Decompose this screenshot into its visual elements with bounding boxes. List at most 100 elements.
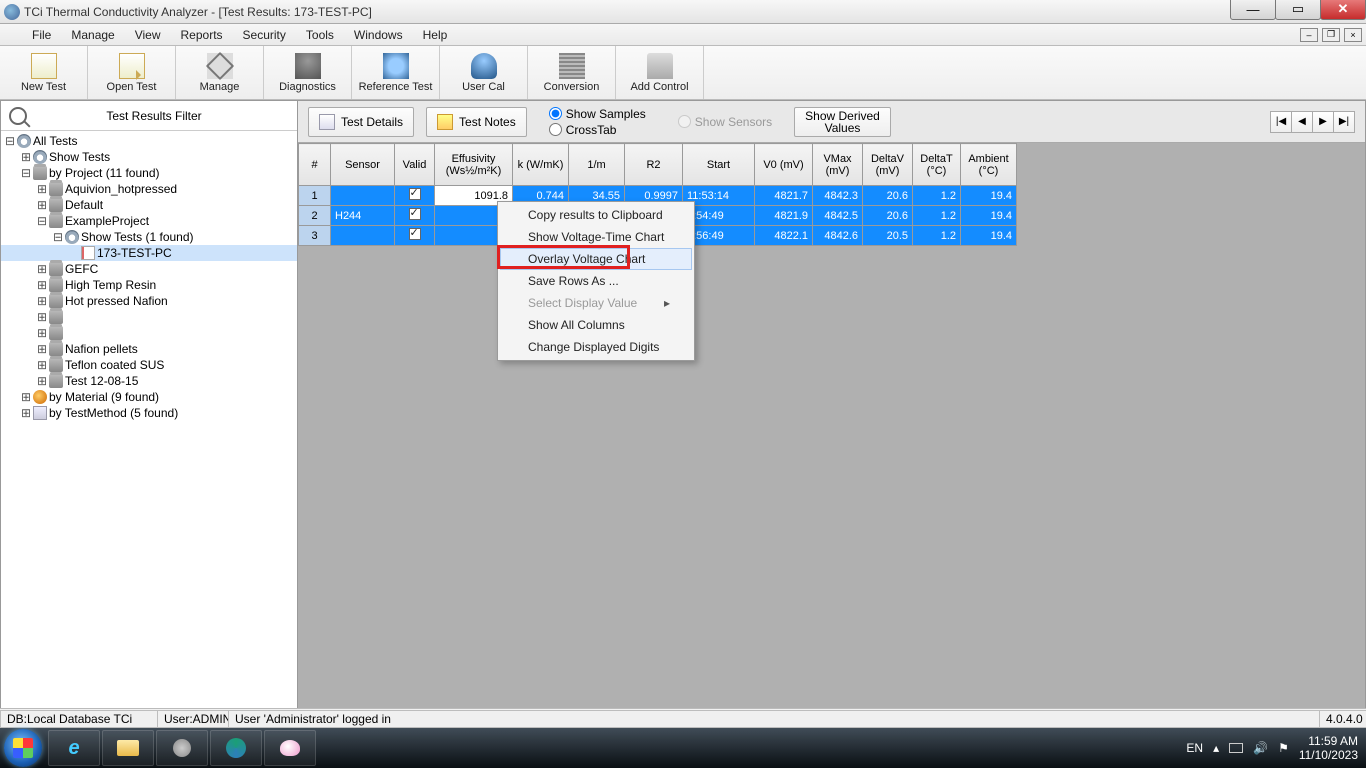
cell-dt[interactable]: 1.2: [913, 186, 961, 206]
tree-node[interactable]: ⊞by Material (9 found): [1, 389, 297, 405]
expand-icon[interactable]: ⊟: [21, 166, 31, 181]
test-details-button[interactable]: Test Details: [308, 107, 414, 137]
menu-manage[interactable]: Manage: [61, 26, 124, 44]
minimize-button[interactable]: —: [1230, 0, 1276, 20]
mdi-restore[interactable]: ❐: [1322, 28, 1340, 42]
close-button[interactable]: ✕: [1320, 0, 1366, 20]
cell-vmax[interactable]: 4842.6: [813, 226, 863, 246]
system-tray[interactable]: EN ▴ 🔊 ⚑ 11:59 AM 11/10/2023: [1186, 734, 1362, 762]
tree-node[interactable]: ⊞by TestMethod (5 found): [1, 405, 297, 421]
taskbar-app[interactable]: [156, 730, 208, 766]
filter-bar[interactable]: Test Results Filter: [1, 101, 297, 131]
show-samples-radio[interactable]: Show Samples: [549, 107, 646, 121]
cell-sensor[interactable]: H244: [331, 206, 395, 226]
expand-icon[interactable]: ⊞: [37, 262, 47, 277]
cell-valid[interactable]: [395, 226, 435, 246]
taskbar-paint[interactable]: [264, 730, 316, 766]
new-test-button[interactable]: New Test: [0, 46, 88, 99]
cell-sensor[interactable]: [331, 186, 395, 206]
menu-security[interactable]: Security: [233, 26, 296, 44]
menu-windows[interactable]: Windows: [344, 26, 413, 44]
diagnostics-button[interactable]: Diagnostics: [264, 46, 352, 99]
ctx-save-rows-as-[interactable]: Save Rows As ...: [500, 270, 692, 292]
expand-icon[interactable]: ⊞: [37, 294, 47, 309]
col-header[interactable]: DeltaV (mV): [863, 144, 913, 186]
cell-vmax[interactable]: 4842.3: [813, 186, 863, 206]
menu-view[interactable]: View: [125, 26, 171, 44]
expand-icon[interactable]: ⊞: [37, 374, 47, 389]
tree-node[interactable]: ⊞Teflon coated SUS: [1, 357, 297, 373]
tray-battery-icon[interactable]: [1229, 743, 1243, 753]
menu-help[interactable]: Help: [413, 26, 458, 44]
col-header[interactable]: DeltaT (°C): [913, 144, 961, 186]
cell-amb[interactable]: 19.4: [961, 186, 1017, 206]
col-header[interactable]: #: [299, 144, 331, 186]
tree-node[interactable]: ⊞​: [1, 325, 297, 341]
taskbar-edge[interactable]: [210, 730, 262, 766]
start-button[interactable]: [4, 729, 42, 767]
ctx-show-voltage-time-chart[interactable]: Show Voltage-Time Chart: [500, 226, 692, 248]
crosstab-input[interactable]: [549, 123, 562, 136]
maximize-button[interactable]: ▭: [1275, 0, 1321, 20]
taskbar-explorer[interactable]: [102, 730, 154, 766]
mdi-close[interactable]: ×: [1344, 28, 1362, 42]
tray-flag-icon[interactable]: ⚑: [1278, 741, 1289, 755]
tree-node[interactable]: ⊞Aquivion_hotpressed: [1, 181, 297, 197]
tree-node[interactable]: ⊞Test 12-08-15: [1, 373, 297, 389]
menu-reports[interactable]: Reports: [171, 26, 233, 44]
tree-node[interactable]: ⊟Show Tests (1 found): [1, 229, 297, 245]
context-menu[interactable]: Copy results to ClipboardShow Voltage-Ti…: [497, 201, 695, 361]
tray-volume-icon[interactable]: 🔊: [1253, 741, 1268, 755]
cell-valid[interactable]: [395, 186, 435, 206]
test-notes-button[interactable]: Test Notes: [426, 107, 527, 137]
show-samples-input[interactable]: [549, 107, 562, 120]
expand-icon[interactable]: ⊟: [5, 134, 15, 149]
expand-icon[interactable]: ⊞: [37, 326, 47, 341]
cell-amb[interactable]: 19.4: [961, 206, 1017, 226]
cell-dv[interactable]: 20.5: [863, 226, 913, 246]
tree-node[interactable]: ⊞Hot pressed Nafion: [1, 293, 297, 309]
valid-checkbox[interactable]: [409, 208, 421, 220]
expand-icon[interactable]: ⊞: [37, 182, 47, 197]
col-header[interactable]: Valid: [395, 144, 435, 186]
nav-prev[interactable]: ◀: [1291, 111, 1313, 133]
ctx-overlay-voltage-chart[interactable]: Overlay Voltage Chart: [500, 248, 692, 270]
expand-icon[interactable]: ⊞: [37, 278, 47, 293]
taskbar-ie[interactable]: e: [48, 730, 100, 766]
tray-clock[interactable]: 11:59 AM 11/10/2023: [1299, 734, 1358, 762]
expand-icon[interactable]: ⊞: [21, 406, 31, 421]
expand-icon[interactable]: [69, 246, 79, 260]
conversion-button[interactable]: Conversion: [528, 46, 616, 99]
expand-icon[interactable]: ⊟: [37, 214, 47, 229]
tree-node[interactable]: ⊟by Project (11 found): [1, 165, 297, 181]
mdi-minimize[interactable]: –: [1300, 28, 1318, 42]
col-header[interactable]: Start: [683, 144, 755, 186]
tree-node[interactable]: ⊟All Tests: [1, 133, 297, 149]
cell-dt[interactable]: 1.2: [913, 226, 961, 246]
valid-checkbox[interactable]: [409, 188, 421, 200]
tree-node[interactable]: ⊞Default: [1, 197, 297, 213]
cell-v0[interactable]: 4821.7: [755, 186, 813, 206]
col-header[interactable]: Effusivity (Ws½/m²K): [435, 144, 513, 186]
tree-node[interactable]: ⊞High Temp Resin: [1, 277, 297, 293]
cell-idx[interactable]: 2: [299, 206, 331, 226]
cell-amb[interactable]: 19.4: [961, 226, 1017, 246]
col-header[interactable]: k (W/mK): [513, 144, 569, 186]
expand-icon[interactable]: ⊞: [37, 198, 47, 213]
show-derived-button[interactable]: Show Derived Values: [794, 107, 891, 137]
cell-vmax[interactable]: 4842.5: [813, 206, 863, 226]
manage-button[interactable]: Manage: [176, 46, 264, 99]
expand-icon[interactable]: ⊞: [21, 390, 31, 405]
tray-up-icon[interactable]: ▴: [1213, 741, 1219, 755]
tree-node[interactable]: ⊞Nafion pellets: [1, 341, 297, 357]
tree-node[interactable]: ⊞GEFC: [1, 261, 297, 277]
tree-node[interactable]: ⊞Show Tests: [1, 149, 297, 165]
expand-icon[interactable]: ⊞: [37, 358, 47, 373]
nav-first[interactable]: |◀: [1270, 111, 1292, 133]
expand-icon[interactable]: ⊟: [53, 230, 63, 245]
tree-view[interactable]: ⊟All Tests⊞Show Tests⊟by Project (11 fou…: [1, 131, 297, 727]
expand-icon[interactable]: ⊞: [21, 150, 31, 165]
tree-node[interactable]: ⊟ExampleProject: [1, 213, 297, 229]
cell-v0[interactable]: 4821.9: [755, 206, 813, 226]
menu-file[interactable]: File: [22, 26, 61, 44]
